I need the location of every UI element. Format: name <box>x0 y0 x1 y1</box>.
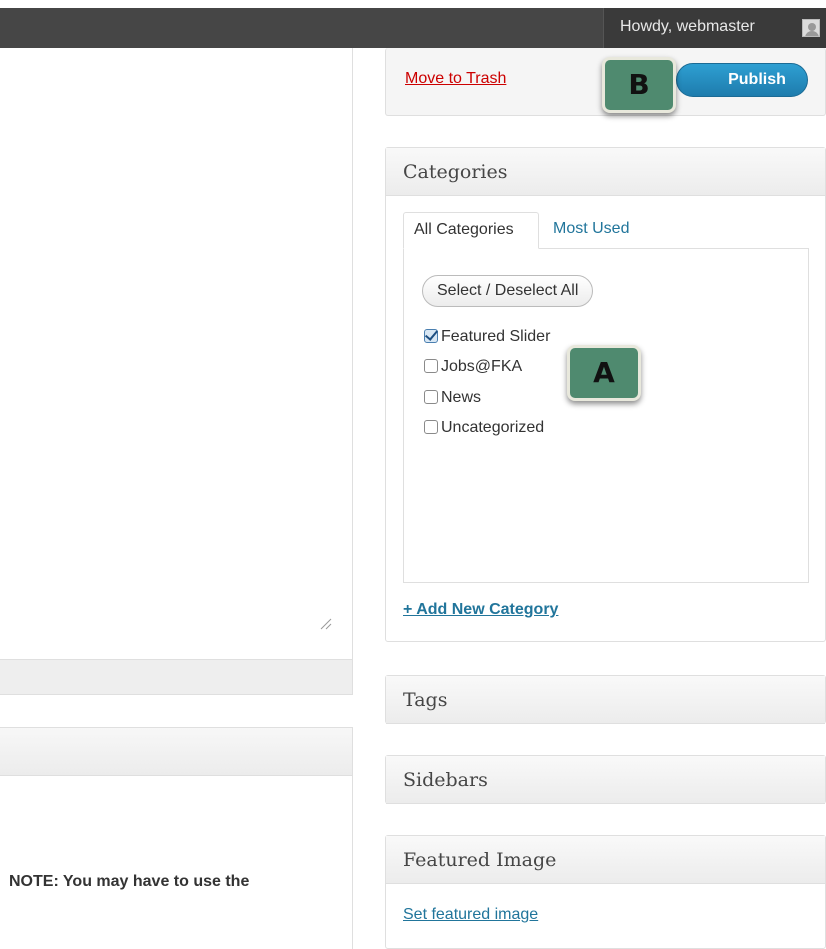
resize-handle-icon[interactable] <box>317 616 333 630</box>
tags-title[interactable]: Tags <box>386 676 825 724</box>
howdy-greeting[interactable]: Howdy, webmaster <box>620 18 755 36</box>
checkbox-uncategorized[interactable] <box>424 420 438 434</box>
category-item-news[interactable]: News <box>424 389 481 407</box>
tab-all-categories[interactable]: All Categories <box>403 212 539 249</box>
annotation-badge-b: B <box>602 57 676 113</box>
category-item-jobs[interactable]: Jobs@FKA <box>424 358 522 376</box>
move-to-trash-link[interactable]: Move to Trash <box>405 70 506 88</box>
category-label: Uncategorized <box>441 419 545 436</box>
avatar-head-icon <box>808 23 816 31</box>
note-text: NOTE: You may have to use the <box>9 873 250 890</box>
sidebars-box: Sidebars <box>385 755 826 804</box>
avatar-body-icon <box>805 31 819 36</box>
category-checklist: Select / Deselect All Featured Slider Jo… <box>403 248 809 583</box>
category-label: Jobs@FKA <box>441 358 523 375</box>
editor-status-bar <box>0 659 352 694</box>
category-label: Featured Slider <box>441 328 551 345</box>
category-item-uncategorized[interactable]: Uncategorized <box>424 419 544 437</box>
publish-button[interactable]: Publish <box>676 63 808 97</box>
checkbox-featured-slider[interactable] <box>424 329 438 343</box>
select-deselect-all-button[interactable]: Select / Deselect All <box>422 275 594 307</box>
admin-bar: Howdy, webmaster <box>0 8 826 48</box>
tags-box: Tags <box>385 675 826 724</box>
category-item-featured-slider[interactable]: Featured Slider <box>424 328 550 346</box>
checkbox-jobs[interactable] <box>424 359 438 373</box>
featured-image-box: Featured Image Set featured image <box>385 835 826 949</box>
tab-most-used[interactable]: Most Used <box>543 212 639 249</box>
categories-title[interactable]: Categories <box>386 148 825 196</box>
add-new-category-link[interactable]: + Add New Category <box>403 601 558 619</box>
sidebars-title[interactable]: Sidebars <box>386 756 825 804</box>
metabox-left: NOTE: You may have to use the <box>0 727 353 949</box>
set-featured-image-link[interactable]: Set featured image <box>403 906 538 924</box>
annotation-badge-a: A <box>567 345 641 401</box>
featured-image-title[interactable]: Featured Image <box>386 836 825 884</box>
category-label: News <box>441 389 482 406</box>
content-editor[interactable] <box>0 48 353 695</box>
metabox-left-header[interactable] <box>0 728 352 776</box>
avatar[interactable] <box>802 19 820 37</box>
checkbox-news[interactable] <box>424 390 438 404</box>
